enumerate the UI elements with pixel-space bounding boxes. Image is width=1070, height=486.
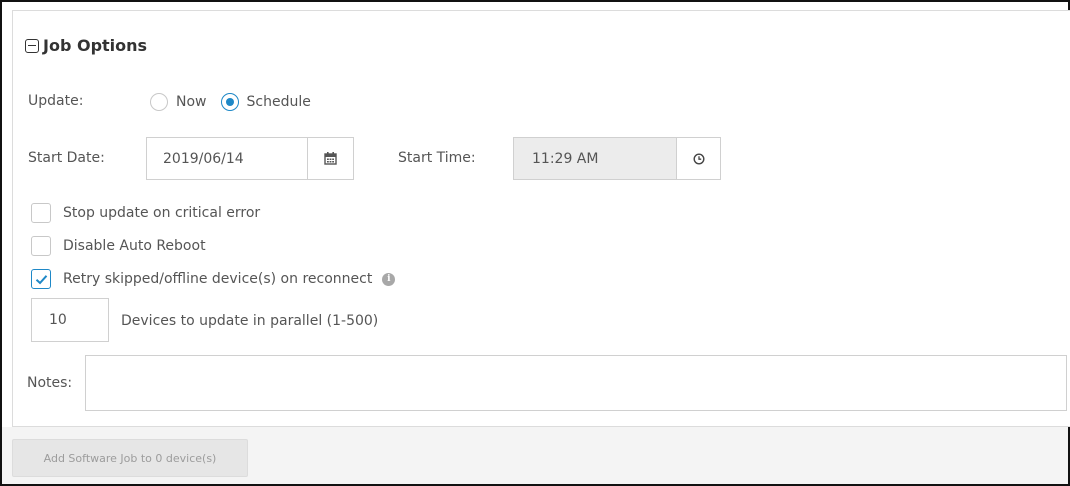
start-time-input[interactable]: 11:29 AM	[513, 137, 677, 180]
add-software-job-label: Add Software Job to 0 device(s)	[43, 451, 217, 465]
start-date-value: 2019/06/14	[163, 150, 244, 167]
info-icon[interactable]: i	[382, 272, 396, 286]
add-software-job-button[interactable]: Add Software Job to 0 device(s)	[12, 439, 248, 477]
radio-now-label[interactable]: Now	[176, 94, 207, 110]
calendar-button[interactable]	[307, 137, 354, 180]
clock-icon	[692, 152, 705, 165]
parallel-label: Devices to update in parallel (1-500)	[121, 313, 379, 329]
checkbox-row-retry-offline[interactable]: Retry skipped/offline device(s) on recon…	[31, 269, 396, 289]
retry-offline-label[interactable]: Retry skipped/offline device(s) on recon…	[63, 271, 372, 287]
update-radio-group: Now Schedule	[150, 93, 325, 111]
parallel-count-value: 10	[49, 312, 67, 328]
stop-on-error-label[interactable]: Stop update on critical error	[63, 205, 260, 221]
update-label: Update:	[28, 93, 84, 109]
window-frame-top	[0, 0, 1070, 2]
notes-textarea[interactable]	[85, 355, 1067, 411]
start-time-value: 11:29 AM	[532, 150, 599, 167]
collapse-icon[interactable]	[25, 38, 39, 53]
start-time-label: Start Time:	[398, 150, 476, 166]
retry-offline-checkbox[interactable]	[31, 269, 51, 289]
disable-reboot-checkbox[interactable]	[31, 236, 51, 256]
notes-label: Notes:	[27, 375, 73, 391]
checkbox-row-stop-on-error[interactable]: Stop update on critical error	[31, 203, 260, 223]
radio-schedule[interactable]	[220, 93, 239, 111]
window-frame-left	[0, 0, 2, 486]
clock-button[interactable]	[676, 137, 721, 180]
checkmark-icon	[35, 274, 47, 284]
checkbox-row-disable-reboot[interactable]: Disable Auto Reboot	[31, 236, 206, 256]
stop-on-error-checkbox[interactable]	[31, 203, 51, 223]
calendar-icon	[324, 152, 337, 165]
section-title: Job Options	[43, 36, 148, 55]
job-options-header[interactable]: Job Options	[25, 36, 147, 55]
radio-schedule-label[interactable]: Schedule	[247, 94, 311, 110]
start-date-label: Start Date:	[28, 150, 105, 166]
radio-now[interactable]	[150, 93, 168, 111]
disable-reboot-label[interactable]: Disable Auto Reboot	[63, 238, 206, 254]
parallel-count-input[interactable]: 10	[31, 298, 109, 342]
start-date-input[interactable]: 2019/06/14	[146, 137, 308, 180]
